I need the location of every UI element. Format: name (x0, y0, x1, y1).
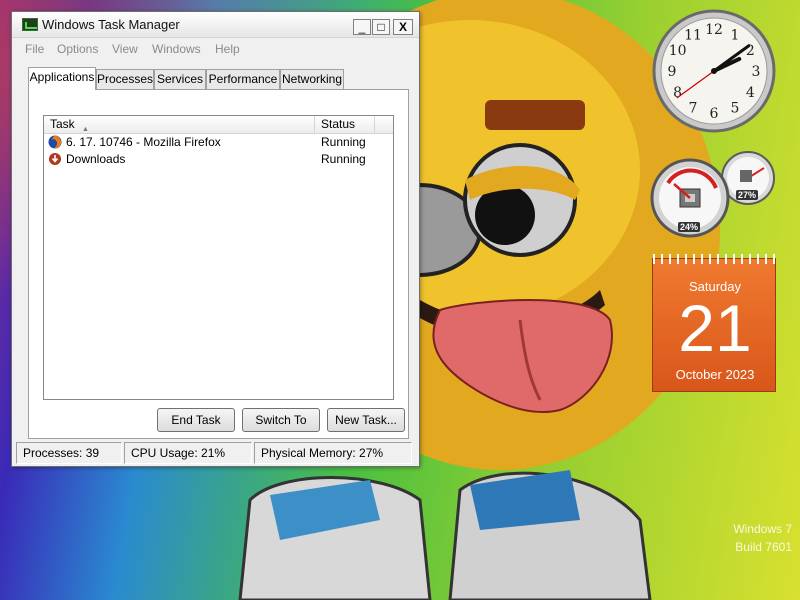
tab-networking[interactable]: Networking (280, 69, 344, 89)
task-manager-window[interactable]: Windows Task Manager _ □ X File Options … (11, 11, 420, 467)
window-title: Windows Task Manager (42, 17, 180, 32)
task-list-header: Task ▲ Status (44, 116, 393, 134)
tab-applications[interactable]: Applications (28, 67, 96, 90)
tab-performance[interactable]: Performance (206, 69, 280, 89)
clock-numeral: 9 (668, 64, 677, 80)
cpu-usage-label: 24% (678, 222, 701, 232)
downloads-icon (49, 153, 61, 165)
task-list[interactable]: Task ▲ Status 6. 17. 10746 - Mozilla Fir… (43, 115, 394, 400)
clock-numeral: 6 (710, 106, 719, 122)
menu-help[interactable]: Help (215, 42, 240, 56)
clock-numeral: 3 (752, 64, 761, 80)
cpu-meter-gadget[interactable]: 27% 24% (650, 148, 776, 240)
calendar-binding-rings (653, 254, 777, 264)
calendar-date: 21 (678, 291, 752, 365)
physical-memory: Physical Memory: 27% (254, 442, 412, 464)
status-bar: Processes: 39 CPU Usage: 21% Physical Me… (12, 442, 419, 466)
menu-bar: File Options View Windows Help (12, 40, 419, 60)
task-manager-icon (22, 18, 38, 31)
task-row[interactable]: Downloads Running (44, 151, 393, 168)
column-header-task[interactable]: Task ▲ (44, 116, 315, 134)
cpu-usage: CPU Usage: 21% (124, 442, 252, 464)
switch-to-button[interactable]: Switch To (242, 408, 320, 432)
end-task-button[interactable]: End Task (157, 408, 235, 432)
minimize-button[interactable]: _ (353, 19, 371, 35)
calendar-month-year: October 2023 (675, 367, 755, 382)
tab-services[interactable]: Services (154, 69, 206, 89)
menu-view[interactable]: View (112, 42, 138, 56)
tab-processes[interactable]: Processes (96, 69, 154, 89)
clock-numeral: 7 (689, 100, 698, 116)
column-task-label: Task (50, 117, 75, 131)
maximize-button[interactable]: □ (372, 19, 390, 35)
column-header-status[interactable]: Status (315, 116, 375, 134)
menu-file[interactable]: File (25, 42, 44, 56)
task-status: Running (321, 135, 366, 149)
task-name: Downloads (66, 152, 126, 166)
watermark-build: Build 7601 (735, 540, 792, 554)
watermark-os: Windows 7 (733, 522, 792, 536)
task-status: Running (321, 152, 366, 166)
processes-count: Processes: 39 (16, 442, 122, 464)
clock-numeral: 12 (705, 22, 723, 38)
close-button[interactable]: X (393, 19, 413, 35)
clock-center-pin (711, 68, 717, 74)
menu-windows[interactable]: Windows (152, 42, 201, 56)
task-name: 6. 17. 10746 - Mozilla Firefox (66, 135, 221, 149)
clock-numeral: 10 (669, 43, 687, 59)
clock-numeral: 4 (746, 85, 755, 101)
menu-options[interactable]: Options (57, 42, 98, 56)
title-bar[interactable]: Windows Task Manager _ □ X (12, 12, 419, 38)
clock-numeral: 1 (731, 28, 740, 44)
memory-usage-label: 27% (736, 190, 759, 200)
clock-numeral: 8 (673, 85, 682, 101)
clock-numeral: 11 (684, 28, 702, 44)
new-task-button[interactable]: New Task... (327, 408, 405, 432)
calendar-gadget[interactable]: Saturday 21 October 2023 (652, 254, 777, 392)
task-row[interactable]: 6. 17. 10746 - Mozilla Firefox Running (44, 134, 393, 151)
firefox-icon (48, 135, 62, 149)
clock-gadget[interactable]: 12 1234567891011 (651, 8, 777, 134)
clock-numeral: 5 (731, 100, 740, 116)
applications-panel: Task ▲ Status 6. 17. 10746 - Mozilla Fir… (28, 89, 409, 439)
